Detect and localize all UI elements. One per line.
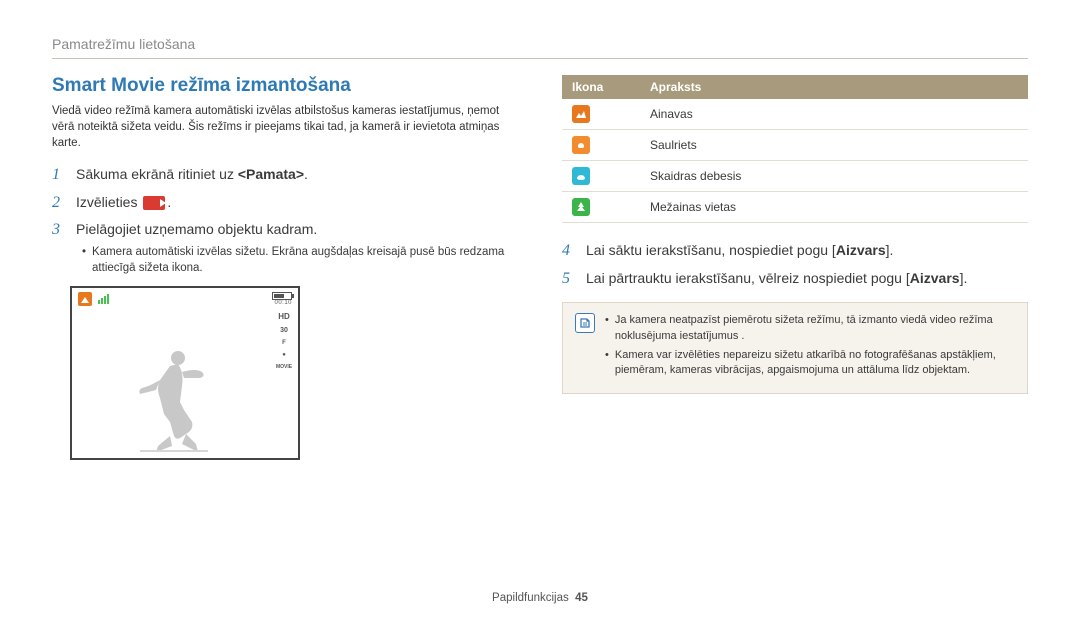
battery-icon [272, 292, 292, 300]
step-4: 4 Lai sāktu ierakstīšanu, nospiediet pog… [562, 241, 1028, 261]
row-label: Mežainas vietas [640, 192, 1028, 223]
intro-text: Viedā video režīmā kamera automātiski iz… [52, 103, 518, 151]
steps-list-right: 4 Lai sāktu ierakstīšanu, nospiediet pog… [562, 241, 1028, 288]
page-number: 45 [575, 592, 588, 604]
step-3: 3 Pielāgojiet uzņemamo objektu kadram. K… [52, 220, 518, 276]
signal-bars-icon [98, 294, 109, 304]
rec-icon: ● [282, 352, 286, 358]
col-desc-header: Apraksts [640, 75, 1028, 99]
note-item: Ja kamera neatpazīst piemērotu sižeta re… [605, 313, 1015, 344]
step-4-bold: Aizvars [836, 242, 886, 258]
screenshot-preview [76, 306, 274, 454]
step-5-bold: Aizvars [910, 270, 960, 286]
page-footer: Papildfunkcijas 45 [0, 592, 1080, 604]
note-box: Ja kamera neatpazīst piemērotu sižeta re… [562, 302, 1028, 394]
step-number: 1 [52, 166, 66, 184]
step-1-suffix: . [304, 166, 308, 182]
fps-sub: F [282, 340, 286, 346]
step-1-bold: <Pamata> [238, 166, 304, 182]
footer-label: Papildfunkcijas [492, 592, 569, 604]
fps-label: 30 [280, 327, 288, 334]
col-icon-header: Ikona [562, 75, 640, 99]
two-column-layout: Smart Movie režīma izmantošana Viedā vid… [52, 75, 1028, 460]
step-2-text: Izvēlieties [76, 194, 141, 210]
table-row: Mežainas vietas [562, 192, 1028, 223]
divider [52, 58, 1028, 59]
forest-icon [572, 198, 590, 216]
step-4-suffix: ]. [886, 242, 894, 258]
sunset-icon [572, 136, 590, 154]
screenshot-sidebar: HD 30 F ● MOVIE [274, 306, 294, 454]
row-label: Skaidras debesis [640, 161, 1028, 192]
table-row: Skaidras debesis [562, 161, 1028, 192]
left-column: Smart Movie režīma izmantošana Viedā vid… [52, 75, 518, 460]
row-label: Ainavas [640, 99, 1028, 130]
table-row: Ainavas [562, 99, 1028, 130]
landscape-icon [572, 105, 590, 123]
step-1: 1 Sākuma ekrānā ritiniet uz <Pamata>. [52, 165, 518, 185]
breadcrumb: Pamatrežīmu lietošana [52, 36, 1028, 52]
step-1-text: Sākuma ekrānā ritiniet uz [76, 166, 238, 182]
right-column: Ikona Apraksts Ainavas Saulriets Skaidra… [562, 75, 1028, 460]
note-icon [575, 313, 595, 333]
step-3-text: Pielāgojiet uzņemamo objektu kadram. [76, 221, 317, 237]
step-number: 4 [562, 242, 576, 260]
step-5-text: Lai pārtrauktu ierakstīšanu, vēlreiz nos… [586, 270, 910, 286]
step-4-text: Lai sāktu ierakstīšanu, nospiediet pogu … [586, 242, 836, 258]
screenshot-topbar: 00:10 [76, 292, 294, 306]
note-item: Kamera var izvēlēties nepareizu sižetu a… [605, 348, 1015, 379]
section-title: Smart Movie režīma izmantošana [52, 75, 518, 97]
camera-screenshot: 00:10 [70, 286, 300, 460]
steps-list-left: 1 Sākuma ekrānā ritiniet uz <Pamata>. 2 … [52, 165, 518, 276]
step-3-bullet: Kamera automātiski izvēlas sižetu. Ekrān… [82, 244, 518, 276]
step-number: 3 [52, 221, 66, 239]
step-number: 5 [562, 270, 576, 288]
smart-movie-icon [143, 196, 165, 210]
table-row: Saulriets [562, 130, 1028, 161]
row-label: Saulriets [640, 130, 1028, 161]
scene-icon [78, 292, 92, 306]
step-5-suffix: ]. [960, 270, 968, 286]
step-2-suffix: . [167, 194, 171, 210]
clear-sky-icon [572, 167, 590, 185]
hd-label: HD [278, 312, 290, 321]
icon-description-table: Ikona Apraksts Ainavas Saulriets Skaidra… [562, 75, 1028, 223]
step-5: 5 Lai pārtrauktu ierakstīšanu, vēlreiz n… [562, 269, 1028, 289]
step-2: 2 Izvēlieties . [52, 193, 518, 213]
step-number: 2 [52, 194, 66, 212]
skater-silhouette-icon [130, 344, 220, 454]
movie-label: MOVIE [276, 364, 292, 370]
